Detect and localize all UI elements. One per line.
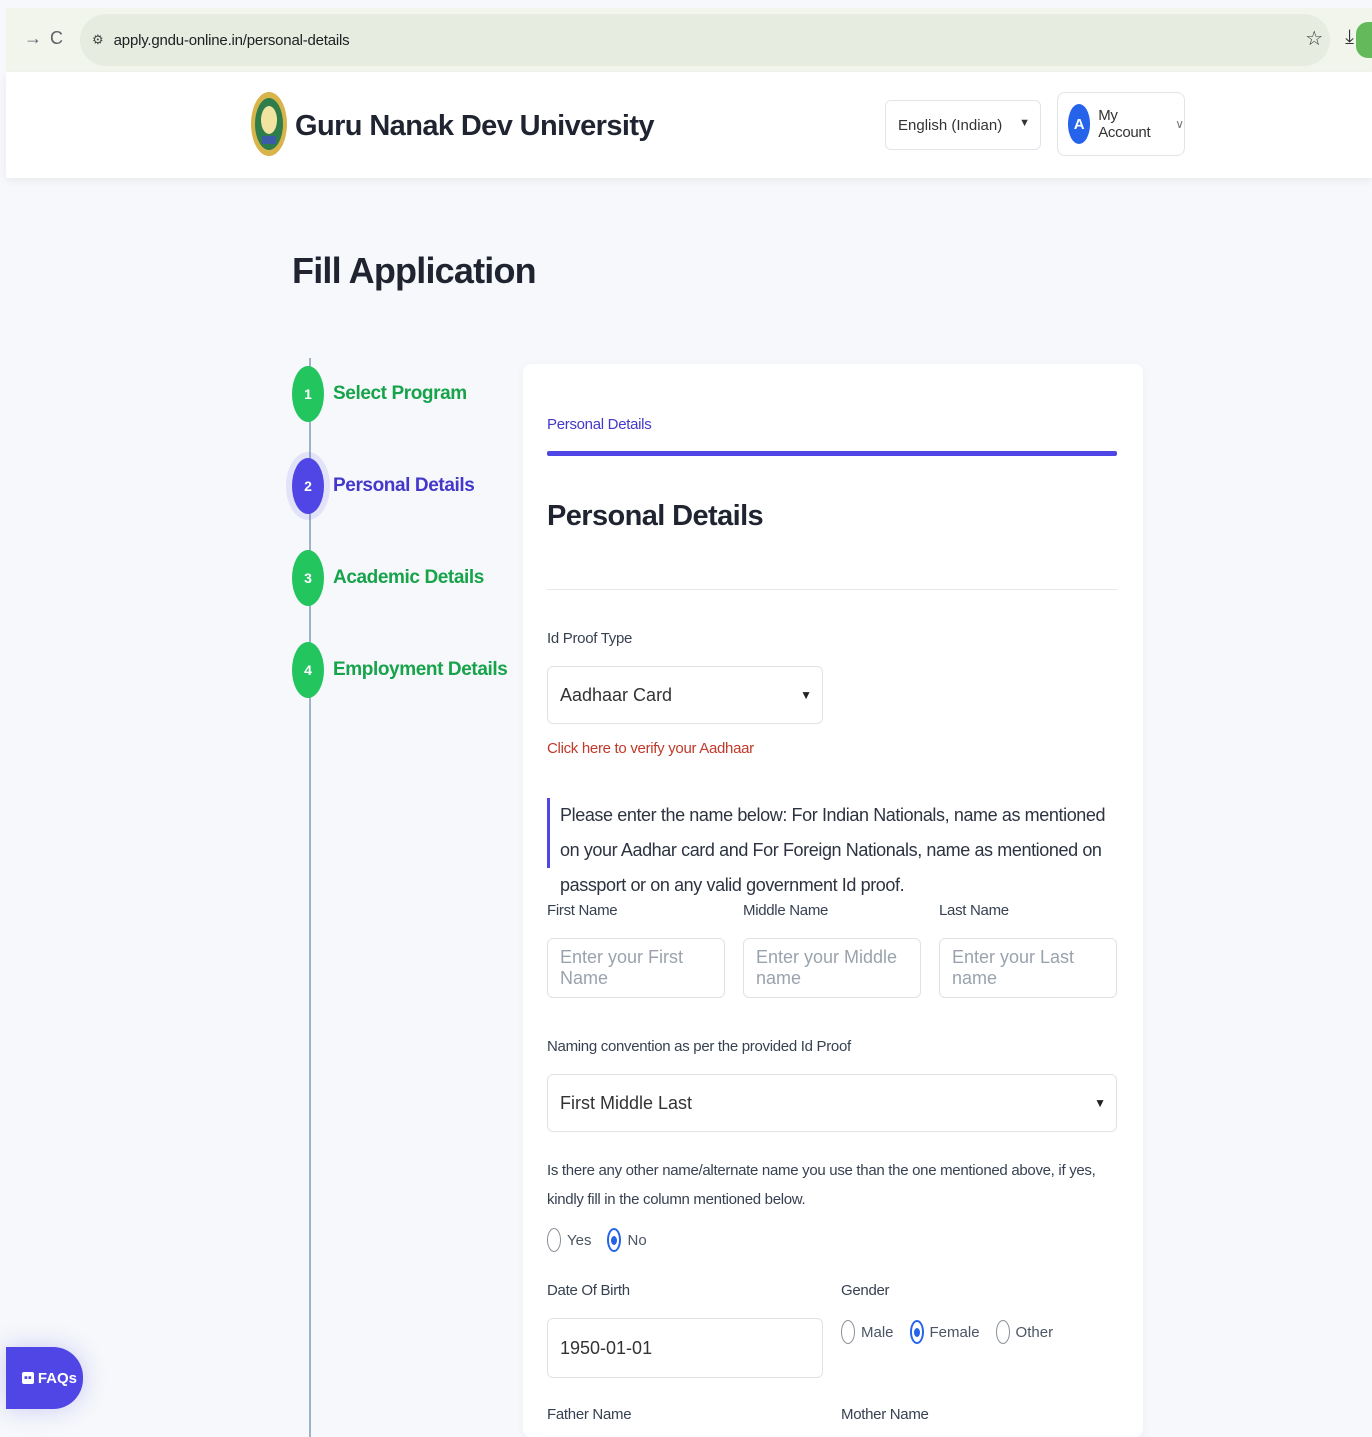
- radio-label: Other: [1015, 1323, 1054, 1341]
- middle-name-label: Middle Name: [743, 902, 829, 919]
- id-proof-select[interactable]: Aadhaar Card ▼: [547, 666, 823, 724]
- my-account-button[interactable]: A My Account ∨: [1057, 92, 1185, 156]
- language-value: English (Indian): [898, 116, 1003, 134]
- mother-name-label: Mother Name: [841, 1406, 929, 1423]
- avatar: A: [1068, 104, 1091, 144]
- radio-male[interactable]: [841, 1320, 855, 1344]
- address-bar[interactable]: ⚙ apply.gndu-online.in/personal-details: [80, 14, 1330, 66]
- step-personal-details[interactable]: 2 Personal Details: [292, 458, 475, 514]
- step-number: 3: [292, 550, 324, 606]
- alt-name-no-option[interactable]: No: [607, 1228, 647, 1252]
- alternate-name-question: Is there any other name/alternate name y…: [547, 1162, 1096, 1208]
- gender-female-option[interactable]: Female: [909, 1320, 980, 1344]
- radio-label: Male: [861, 1323, 894, 1341]
- father-name-label: Father Name: [547, 1406, 632, 1423]
- middle-name-field[interactable]: Enter your Middle name: [743, 938, 921, 998]
- personal-details-card: Personal Details Personal Details Id Pro…: [523, 364, 1143, 1437]
- chevron-down-icon: ▼: [1019, 117, 1030, 129]
- naming-convention-select[interactable]: First Middle Last ▼: [547, 1074, 1117, 1132]
- id-proof-value: Aadhaar Card: [560, 684, 673, 705]
- step-label: Employment Details: [333, 659, 508, 680]
- stepper-line: [309, 358, 311, 1437]
- site-header: Guru Nanak Dev University English (India…: [6, 72, 1372, 178]
- faq-label: FAQs: [37, 1369, 77, 1387]
- verify-aadhaar-link[interactable]: Click here to verify your Aadhaar: [547, 740, 754, 757]
- site-settings-icon[interactable]: ⚙: [92, 32, 104, 48]
- url-text: apply.gndu-online.in/personal-details: [113, 31, 350, 49]
- section-title: Personal Details: [547, 500, 764, 532]
- gender-label: Gender: [841, 1282, 890, 1299]
- radio-yes[interactable]: [547, 1228, 561, 1252]
- download-icon[interactable]: ⤓: [1345, 26, 1354, 51]
- browser-profile-icon[interactable]: [1356, 22, 1372, 58]
- last-name-field[interactable]: Enter your Last name: [939, 938, 1117, 998]
- radio-other[interactable]: [995, 1320, 1010, 1344]
- faq-button[interactable]: ▪▪ FAQs: [6, 1347, 83, 1409]
- naming-convention-value: First Middle Last: [560, 1092, 693, 1113]
- account-label: My Account: [1098, 107, 1151, 141]
- step-number: 2: [292, 458, 324, 514]
- forward-icon[interactable]: →: [24, 28, 42, 49]
- chevron-down-icon: ▼: [1094, 1096, 1106, 1110]
- university-name[interactable]: Guru Nanak Dev University: [295, 110, 655, 143]
- last-name-label: Last Name: [939, 902, 1009, 919]
- chevron-down-icon: ▼: [800, 688, 812, 702]
- divider: [547, 589, 1117, 590]
- radio-label: No: [627, 1231, 647, 1249]
- step-number: 1: [292, 366, 324, 422]
- dob-value: 1950-01-01: [560, 1337, 653, 1358]
- radio-label: Yes: [567, 1231, 592, 1249]
- radio-no[interactable]: [607, 1228, 622, 1252]
- gender-radio-group: Male Female Other: [841, 1320, 1069, 1344]
- language-select[interactable]: English (Indian) ▼: [885, 100, 1041, 150]
- naming-convention-label: Naming convention as per the provided Id…: [547, 1038, 851, 1055]
- step-label: Select Program: [333, 383, 467, 404]
- step-label: Personal Details: [333, 475, 475, 496]
- alternate-name-radio-group: Yes No: [547, 1228, 663, 1252]
- first-name-placeholder: Enter your First Name: [560, 947, 684, 988]
- browser-toolbar: → C ⚙ apply.gndu-online.in/personal-deta…: [6, 8, 1372, 72]
- reload-icon[interactable]: C: [50, 28, 63, 49]
- id-proof-label: Id Proof Type: [547, 630, 633, 647]
- middle-name-placeholder: Enter your Middle name: [756, 947, 898, 988]
- step-number: 4: [292, 642, 324, 698]
- first-name-field[interactable]: Enter your First Name: [547, 938, 725, 998]
- dob-label: Date Of Birth: [547, 1282, 630, 1299]
- step-employment-details[interactable]: 4 Employment Details: [292, 642, 508, 698]
- step-label: Academic Details: [333, 567, 484, 588]
- gender-other-option[interactable]: Other: [995, 1320, 1054, 1344]
- chevron-down-icon: ∨: [1175, 117, 1184, 131]
- dob-input[interactable]: 1950-01-01: [547, 1318, 823, 1378]
- last-name-placeholder: Enter your Last name: [952, 947, 1075, 988]
- university-logo-icon: [251, 92, 287, 156]
- bookmark-star-icon[interactable]: ☆: [1305, 26, 1323, 51]
- tab-personal-details[interactable]: Personal Details: [547, 416, 652, 433]
- name-instruction-note: Please enter the name below: For Indian …: [547, 798, 1117, 895]
- alt-name-yes-option[interactable]: Yes: [547, 1228, 591, 1252]
- step-select-program[interactable]: 1 Select Program: [292, 366, 467, 422]
- gender-male-option[interactable]: Male: [841, 1320, 894, 1344]
- radio-female[interactable]: [909, 1320, 924, 1344]
- step-academic-details[interactable]: 3 Academic Details: [292, 550, 484, 606]
- tab-underline: [547, 451, 1117, 456]
- first-name-label: First Name: [547, 902, 618, 919]
- chat-icon: ▪▪: [22, 1372, 34, 1384]
- page-title: Fill Application: [292, 250, 537, 291]
- radio-label: Female: [929, 1323, 980, 1341]
